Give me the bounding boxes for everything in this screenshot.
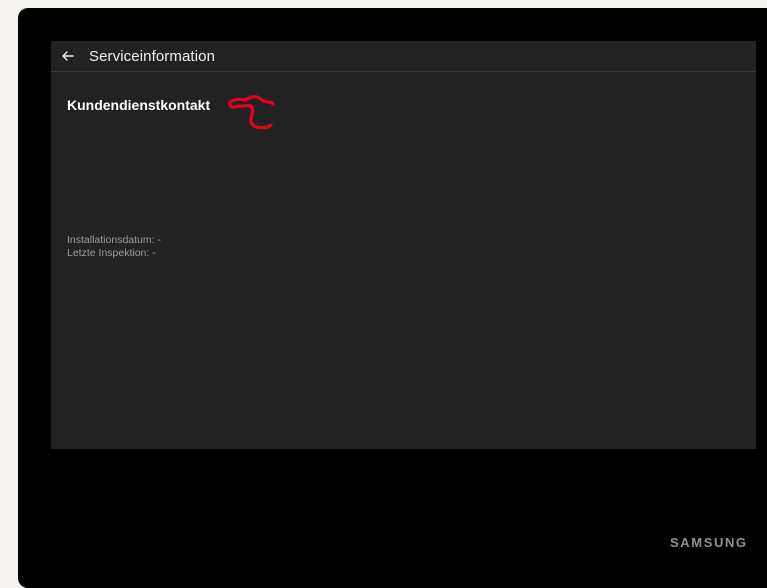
installation-date-text: Installationsdatum: - <box>67 234 161 246</box>
customer-service-contact-heading[interactable]: Kundendienstkontakt <box>67 97 210 113</box>
last-inspection-text: Letzte Inspektion: - <box>67 247 156 259</box>
service-info-block: Installationsdatum: - Letzte Inspektion:… <box>67 234 161 260</box>
brand-logo: SAMSUNG <box>670 535 748 550</box>
app-bar: Serviceinformation <box>51 41 756 72</box>
back-arrow-icon[interactable] <box>59 47 77 65</box>
page-title: Serviceinformation <box>89 47 216 65</box>
pointing-hand-icon <box>228 95 275 129</box>
screen: Serviceinformation Kundendienstkontakt I… <box>51 41 756 449</box>
